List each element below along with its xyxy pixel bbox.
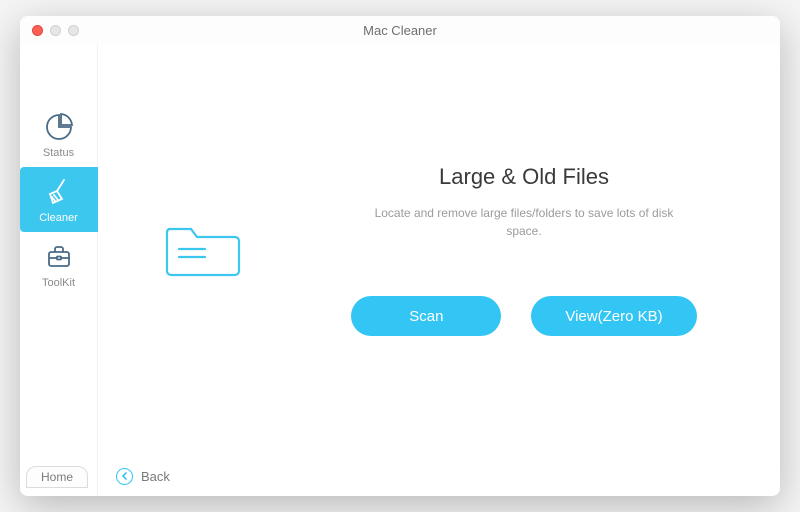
folder-icon xyxy=(163,213,243,288)
page-title: Large & Old Files xyxy=(308,164,740,190)
content: Large & Old Files Locate and remove larg… xyxy=(98,44,780,496)
app-window: Mac Cleaner Status xyxy=(20,16,780,496)
home-label: Home xyxy=(41,470,73,484)
window-title: Mac Cleaner xyxy=(20,23,780,38)
titlebar: Mac Cleaner xyxy=(20,16,780,44)
info-panel: Large & Old Files Locate and remove larg… xyxy=(308,164,780,336)
scan-button[interactable]: Scan xyxy=(351,296,501,336)
back-button[interactable]: Back xyxy=(141,469,170,484)
main: Large & Old Files Locate and remove larg… xyxy=(98,44,780,456)
view-button[interactable]: View(Zero KB) xyxy=(531,296,696,336)
pie-chart-icon xyxy=(44,112,74,142)
body: Status Cleaner xyxy=(20,44,780,496)
footer: Back xyxy=(98,456,780,496)
back-icon[interactable] xyxy=(116,468,133,485)
sidebar-item-cleaner[interactable]: Cleaner xyxy=(20,167,98,232)
home-tab[interactable]: Home xyxy=(26,466,88,488)
sidebar-item-status[interactable]: Status xyxy=(20,102,98,167)
sidebar-item-label: Cleaner xyxy=(39,212,78,224)
broom-icon xyxy=(44,177,74,207)
button-row: Scan View(Zero KB) xyxy=(308,296,740,336)
sidebar-item-label: Status xyxy=(43,147,74,159)
sidebar-item-label: ToolKit xyxy=(42,277,75,289)
sidebar-item-toolkit[interactable]: ToolKit xyxy=(20,232,98,297)
illustration xyxy=(98,213,308,288)
page-description: Locate and remove large files/folders to… xyxy=(364,204,684,240)
briefcase-icon xyxy=(44,242,74,272)
sidebar: Status Cleaner xyxy=(20,44,98,496)
